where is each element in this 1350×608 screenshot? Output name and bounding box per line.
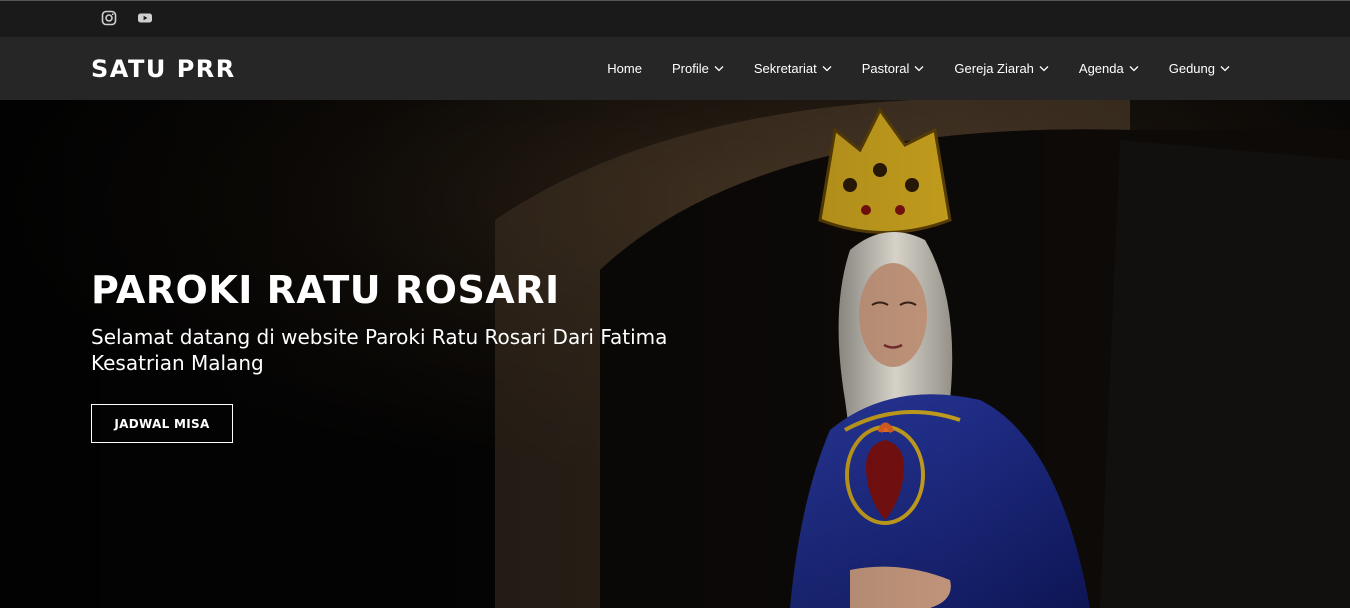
nav-item-gereja-ziarah[interactable]: Gereja Ziarah [939, 61, 1063, 76]
nav-item-label: Sekretariat [753, 61, 817, 76]
nav-item-label: Gereja Ziarah [954, 61, 1034, 76]
nav-item-label: Home [607, 61, 642, 76]
nav-item-label: Profile [671, 61, 709, 76]
jadwal-misa-button[interactable]: JADWAL MISA [91, 404, 233, 443]
chevron-down-icon [1039, 66, 1049, 72]
instagram-icon[interactable] [101, 10, 117, 26]
nav-item-sekretariat[interactable]: Sekretariat [739, 61, 847, 76]
social-links [101, 10, 153, 26]
nav-item-pastoral[interactable]: Pastoral [847, 61, 940, 76]
chevron-down-icon [822, 66, 832, 72]
top-bar [0, 0, 1350, 37]
nav-item-home[interactable]: Home [592, 61, 657, 76]
chevron-down-icon [1129, 66, 1139, 72]
nav-item-label: Gedung [1168, 61, 1215, 76]
hero-title: PAROKI RATU ROSARI [91, 268, 560, 312]
chevron-down-icon [1220, 66, 1230, 72]
chevron-down-icon [914, 66, 924, 72]
youtube-icon[interactable] [137, 10, 153, 26]
main-navbar: SATU PRR Home Profile Sekretariat Pastor… [0, 37, 1350, 100]
site-logo[interactable]: SATU PRR [91, 55, 236, 83]
nav-item-agenda[interactable]: Agenda [1064, 61, 1154, 76]
nav-menu: Home Profile Sekretariat Pastoral Gereja… [592, 37, 1245, 100]
nav-item-gedung[interactable]: Gedung [1154, 61, 1245, 76]
chevron-down-icon [714, 66, 724, 72]
nav-item-label: Pastoral [861, 61, 910, 76]
hero-banner: PAROKI RATU ROSARI Selamat datang di web… [0, 100, 1350, 608]
nav-item-profile[interactable]: Profile [657, 61, 739, 76]
nav-item-label: Agenda [1078, 61, 1124, 76]
hero-subtitle: Selamat datang di website Paroki Ratu Ro… [91, 325, 668, 375]
